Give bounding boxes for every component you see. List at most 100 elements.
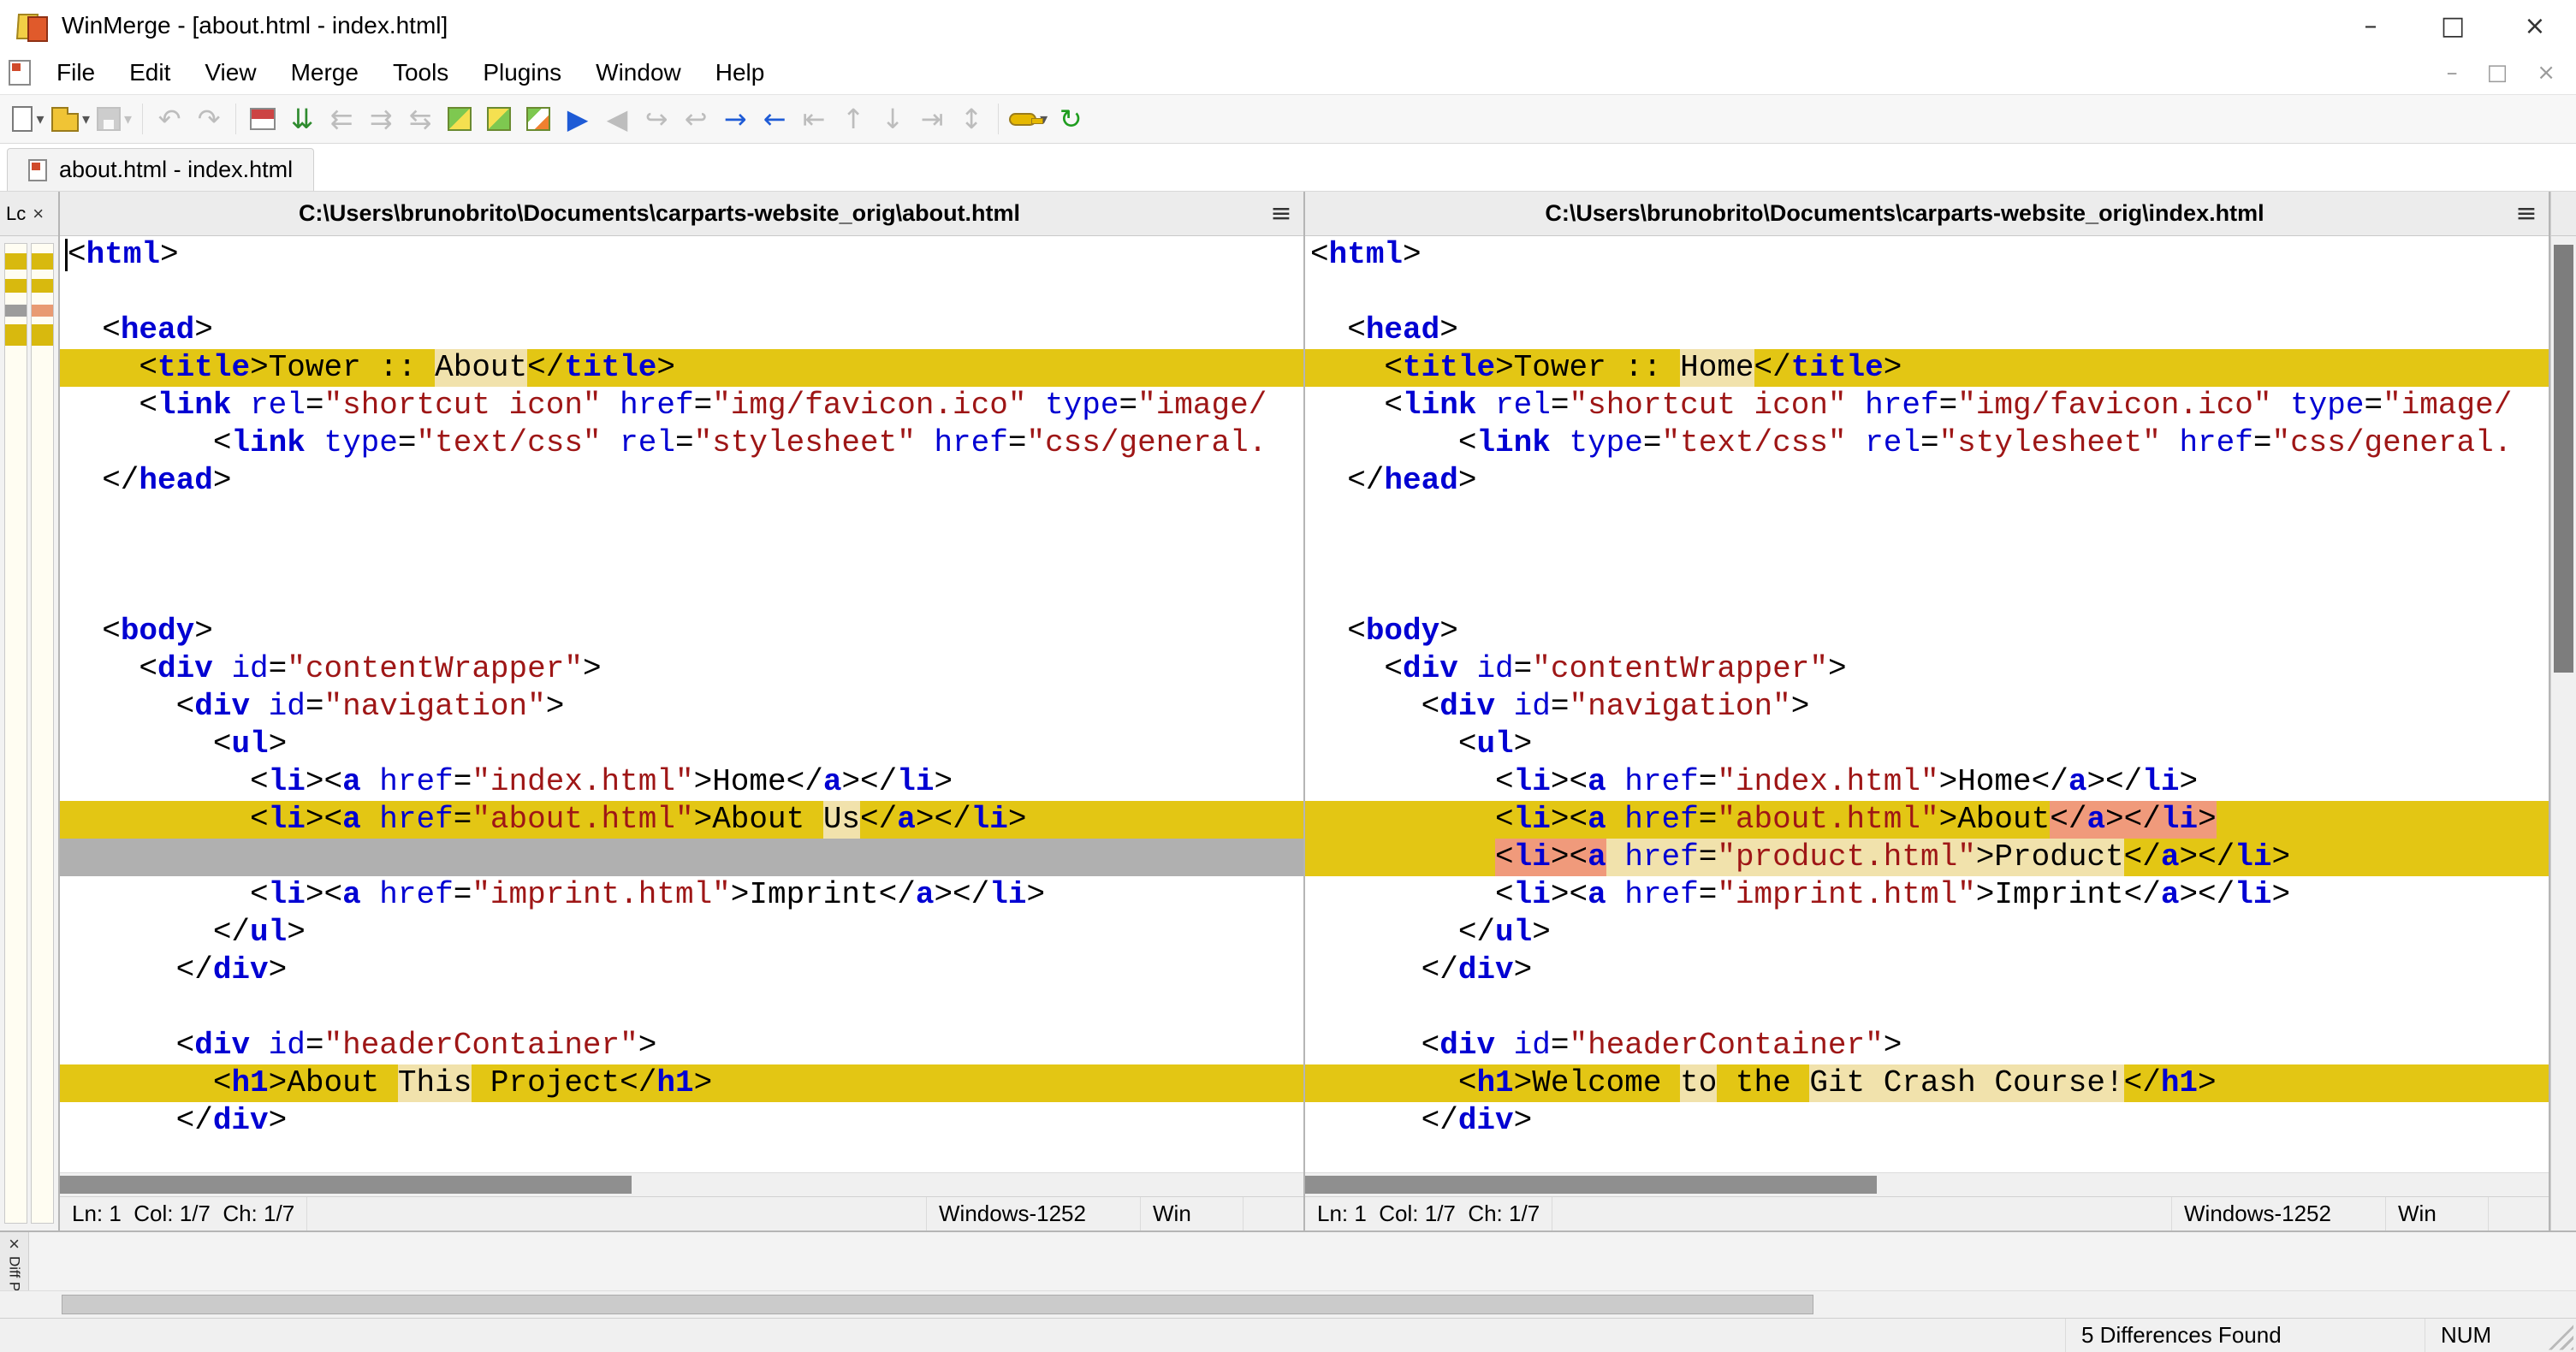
vertical-scrollbar[interactable] <box>2550 192 2576 1230</box>
code-line[interactable]: <li><a href="imprint.html">Imprint</a></… <box>1305 876 2549 914</box>
save-dropdown[interactable]: ▾ <box>124 110 132 128</box>
bottom-scrollbar[interactable] <box>0 1290 2576 1318</box>
resize-grip[interactable] <box>2544 1320 2573 1350</box>
location-bar-left[interactable] <box>4 243 27 1224</box>
code-editor-left[interactable]: <html> <head> <title>Tower :: About</tit… <box>60 236 1303 1172</box>
code-line[interactable]: <div id="contentWrapper"> <box>1305 650 2549 688</box>
jump-forward-button[interactable]: ↪ <box>637 98 676 139</box>
refresh-button[interactable]: ↻ <box>1051 98 1090 139</box>
code-line[interactable] <box>60 500 1303 537</box>
code-line[interactable]: </head> <box>60 462 1303 500</box>
file-header-left[interactable]: C:\Users\brunobrito\Documents\carparts-w… <box>60 192 1303 236</box>
copy-left-button[interactable]: ← <box>755 98 794 139</box>
code-line[interactable]: <li><a href="index.html">Home</a></li> <box>1305 763 2549 801</box>
undo-button[interactable]: ↶ <box>150 98 189 139</box>
menu-view[interactable]: View <box>187 51 273 94</box>
code-line-diff[interactable]: <h1>Welcome to the Git Crash Course!</h1… <box>1305 1064 2549 1102</box>
horizontal-scrollbar-left[interactable] <box>60 1172 1303 1196</box>
auto-merge-button[interactable] <box>440 98 479 139</box>
close-button[interactable]: × <box>2494 0 2576 51</box>
file-header-right[interactable]: C:\Users\brunobrito\Documents\carparts-w… <box>1305 192 2549 236</box>
code-line[interactable]: <body> <box>1305 613 2549 650</box>
menu-window[interactable]: Window <box>579 51 698 94</box>
code-line[interactable]: </div> <box>1305 952 2549 989</box>
menu-plugins[interactable]: Plugins <box>466 51 579 94</box>
code-line[interactable] <box>60 537 1303 575</box>
tab-about-index[interactable]: about.html - index.html <box>7 148 315 191</box>
code-line[interactable]: <html> <box>1305 236 2549 274</box>
code-line[interactable]: <link rel="shortcut icon" href="img/favi… <box>60 387 1303 424</box>
copy-right-button[interactable]: → <box>715 98 755 139</box>
diff-pane-close-button[interactable]: × <box>9 1234 20 1254</box>
first-difference-button[interactable]: ⇤ <box>794 98 834 139</box>
save-button[interactable]: ▾ <box>93 98 135 139</box>
merge-mode-button[interactable] <box>479 98 519 139</box>
jump-back-button[interactable]: ↩ <box>676 98 715 139</box>
next-difference-file-button[interactable]: ▶ <box>558 98 597 139</box>
menu-file[interactable]: File <box>39 51 112 94</box>
prev-difference-file-button[interactable]: ◀ <box>597 98 637 139</box>
code-line[interactable] <box>60 575 1303 613</box>
menu-tools[interactable]: Tools <box>376 51 466 94</box>
code-line[interactable]: </div> <box>60 1102 1303 1140</box>
code-line[interactable]: <li><a href="index.html">Home</a></li> <box>60 763 1303 801</box>
restore-button[interactable]: □ <box>2412 0 2494 51</box>
code-line[interactable]: <div id="navigation"> <box>1305 688 2549 726</box>
code-line[interactable]: <body> <box>60 613 1303 650</box>
bottom-scrollbar-thumb[interactable] <box>62 1295 1813 1314</box>
mdi-restore-button[interactable]: □ <box>2487 60 2508 86</box>
menu-merge[interactable]: Merge <box>274 51 376 94</box>
code-line[interactable]: </head> <box>1305 462 2549 500</box>
code-line[interactable]: <div id="headerContainer"> <box>1305 1027 2549 1064</box>
menu-edit[interactable]: Edit <box>112 51 187 94</box>
plugins-button[interactable]: ▾ <box>1006 98 1051 139</box>
code-editor-right[interactable]: <html> <head> <title>Tower :: Home</titl… <box>1305 236 2549 1172</box>
code-line[interactable]: <li><a href="imprint.html">Imprint</a></… <box>60 876 1303 914</box>
mdi-minimize-button[interactable]: – <box>2447 60 2458 86</box>
open-button[interactable]: ▾ <box>48 98 93 139</box>
code-line[interactable]: <html> <box>60 236 1303 274</box>
code-line[interactable]: <div id="contentWrapper"> <box>60 650 1303 688</box>
new-button[interactable]: ▾ <box>9 98 48 139</box>
code-line[interactable]: <div id="headerContainer"> <box>60 1027 1303 1064</box>
horizontal-scrollbar-right[interactable] <box>1305 1172 2549 1196</box>
options-button[interactable] <box>243 98 282 139</box>
code-line-deleted[interactable] <box>60 839 1303 876</box>
location-pane-close-button[interactable]: × <box>33 203 44 225</box>
menu-help[interactable]: Help <box>698 51 782 94</box>
code-line[interactable] <box>1305 500 2549 537</box>
code-line[interactable] <box>60 274 1303 311</box>
code-line[interactable]: <ul> <box>1305 726 2549 763</box>
redo-button[interactable]: ↷ <box>189 98 229 139</box>
code-line[interactable] <box>1305 274 2549 311</box>
code-line-diff[interactable]: <h1>About This Project</h1> <box>60 1064 1303 1102</box>
minimize-button[interactable]: – <box>2330 0 2412 51</box>
copy-all-right-button[interactable]: ⇉ <box>361 98 401 139</box>
show-moved-blocks-button[interactable] <box>519 98 558 139</box>
code-line[interactable]: </ul> <box>1305 914 2549 952</box>
code-line[interactable]: <div id="navigation"> <box>60 688 1303 726</box>
code-line[interactable]: <link rel="shortcut icon" href="img/favi… <box>1305 387 2549 424</box>
pane-menu-button-right[interactable]: ≡ <box>2504 199 2549 228</box>
vertical-scrollbar-thumb[interactable] <box>2554 245 2573 673</box>
swap-panes-button[interactable]: ⇆ <box>401 98 440 139</box>
previous-difference-button[interactable]: ↑ <box>834 98 873 139</box>
code-line[interactable]: </div> <box>60 952 1303 989</box>
copy-all-left-button[interactable]: ⇇ <box>322 98 361 139</box>
code-line-diff[interactable]: <title>Tower :: Home</title> <box>1305 349 2549 387</box>
code-line[interactable]: <link type="text/css" rel="stylesheet" h… <box>1305 424 2549 462</box>
code-line[interactable]: <head> <box>1305 311 2549 349</box>
new-dropdown[interactable]: ▾ <box>36 110 44 128</box>
code-line[interactable]: </div> <box>1305 1102 2549 1140</box>
horizontal-scrollbar-thumb-right[interactable] <box>1305 1176 1878 1194</box>
mdi-close-button[interactable]: × <box>2537 60 2555 86</box>
code-line-diff[interactable]: <title>Tower :: About</title> <box>60 349 1303 387</box>
current-difference-button[interactable]: ↕ <box>952 98 991 139</box>
location-bar-right[interactable] <box>31 243 54 1224</box>
last-difference-button[interactable]: ⇥ <box>912 98 952 139</box>
code-line[interactable] <box>1305 575 2549 613</box>
code-line[interactable] <box>60 989 1303 1027</box>
code-line[interactable]: <head> <box>60 311 1303 349</box>
code-line[interactable]: </ul> <box>60 914 1303 952</box>
code-line[interactable] <box>1305 989 2549 1027</box>
